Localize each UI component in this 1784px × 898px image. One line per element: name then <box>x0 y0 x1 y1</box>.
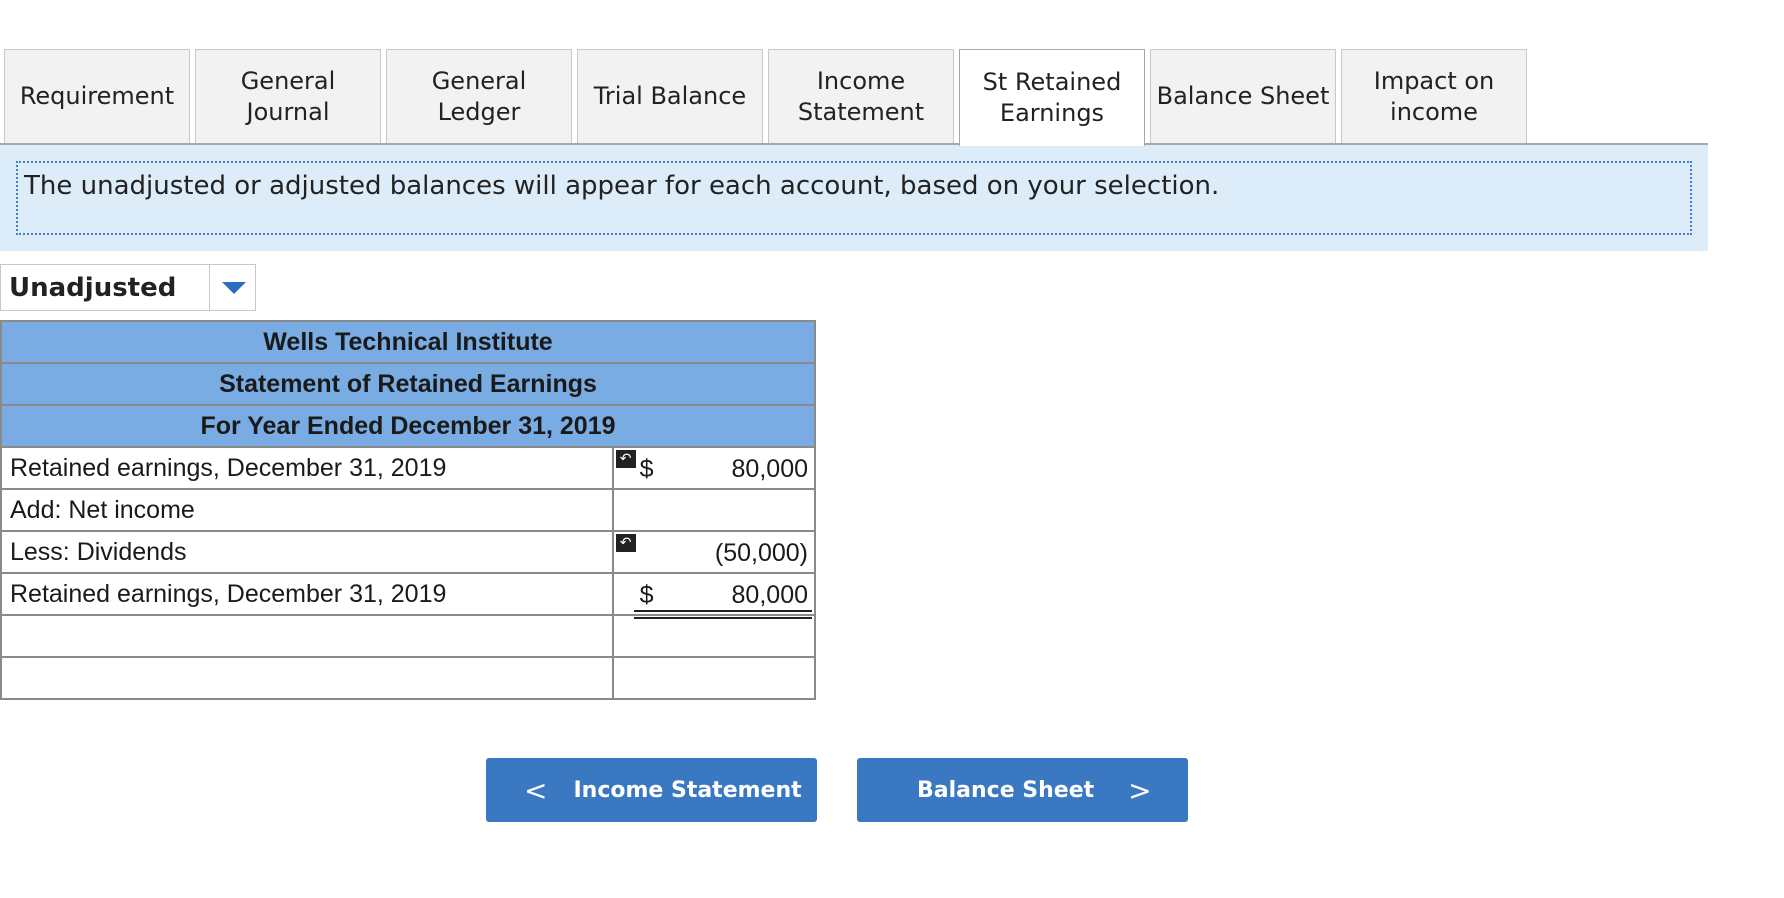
chevron-right-icon: > <box>1128 773 1152 807</box>
statement-title: Statement of Retained Earnings <box>0 362 816 406</box>
table-row <box>0 614 817 658</box>
info-box: The unadjusted or adjusted balances will… <box>16 161 1692 235</box>
info-banner: The unadjusted or adjusted balances will… <box>0 145 1708 251</box>
header-row: For Year Ended December 31, 2019 <box>0 404 816 448</box>
row-amount-input[interactable]: $ 80,000 <box>611 572 817 619</box>
tab-general-ledger[interactable]: General Ledger <box>386 49 572 143</box>
prev-button-label: Income Statement <box>573 777 802 803</box>
table-row: Retained earnings, December 31, 2019 $ 8… <box>0 572 817 619</box>
amount-value: 80,000 <box>731 455 808 483</box>
tab-requirement[interactable]: Requirement <box>4 49 190 143</box>
dollar-sign: $ <box>639 581 654 609</box>
tab-general-journal[interactable]: General Journal <box>195 49 381 143</box>
chevron-left-icon: < <box>524 773 548 807</box>
balance-type-select[interactable]: Unadjusted <box>0 264 256 311</box>
info-text: The unadjusted or adjusted balances will… <box>24 171 1220 201</box>
tab-impact-on-income[interactable]: Impact on income <box>1341 49 1527 143</box>
amount-value: 80,000 <box>731 581 808 609</box>
statement-period: For Year Ended December 31, 2019 <box>0 404 816 448</box>
row-label-input[interactable] <box>0 614 614 658</box>
return-arrow-icon: ↶ <box>615 534 636 552</box>
tab-bar: Requirement General Journal General Ledg… <box>4 49 1527 146</box>
return-arrow-icon: ↶ <box>615 450 636 468</box>
tab-st-retained-earnings[interactable]: St Retained Earnings <box>959 49 1145 146</box>
page: Requirement General Journal General Ledg… <box>0 0 1784 898</box>
table-row <box>0 656 817 700</box>
table-row: Retained earnings, December 31, 2019 ↶ $… <box>0 446 817 490</box>
row-label-input[interactable]: Add: Net income <box>0 488 614 532</box>
row-amount-input[interactable] <box>611 488 817 532</box>
row-label-input[interactable]: Retained earnings, December 31, 2019 <box>0 446 614 490</box>
amount-value: (50,000) <box>714 539 808 567</box>
next-balance-sheet-button[interactable]: Balance Sheet > <box>857 758 1188 822</box>
tab-trial-balance[interactable]: Trial Balance <box>577 49 763 143</box>
row-label-input[interactable]: Less: Dividends <box>0 530 614 574</box>
row-label-input[interactable] <box>0 656 614 700</box>
balance-type-value: Unadjusted <box>9 272 177 303</box>
dollar-sign: $ <box>639 455 654 483</box>
row-label-input[interactable]: Retained earnings, December 31, 2019 <box>0 572 614 616</box>
next-button-label: Balance Sheet <box>917 777 1095 803</box>
table-row: Add: Net income <box>0 488 817 532</box>
table-row: Less: Dividends ↶ (50,000) <box>0 530 817 574</box>
tab-income-statement[interactable]: Income Statement <box>768 49 954 143</box>
row-amount-input[interactable] <box>611 614 817 658</box>
row-amount-input[interactable]: ↶ (50,000) <box>611 530 817 574</box>
company-name: Wells Technical Institute <box>0 320 816 364</box>
prev-income-statement-button[interactable]: < Income Statement <box>486 758 817 822</box>
header-row: Wells Technical Institute <box>0 320 816 364</box>
row-amount-input[interactable]: ↶ $ 80,000 <box>611 446 817 490</box>
row-amount-input[interactable] <box>611 656 817 700</box>
select-divider <box>209 265 210 310</box>
header-row: Statement of Retained Earnings <box>0 362 816 406</box>
tab-balance-sheet[interactable]: Balance Sheet <box>1150 49 1336 143</box>
chevron-down-icon[interactable] <box>222 281 246 294</box>
retained-earnings-statement: Wells Technical Institute Statement of R… <box>0 320 817 700</box>
